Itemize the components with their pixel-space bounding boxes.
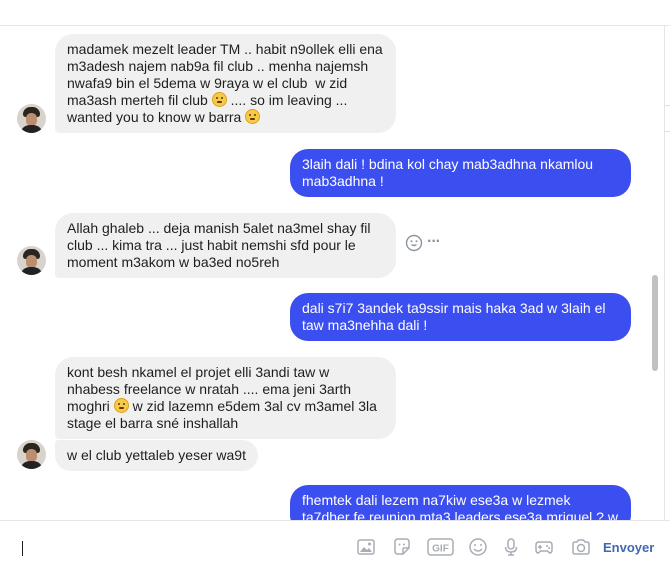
panel-divider-mark (664, 131, 670, 132)
message-thread[interactable]: madamek mezelt leader TM .. habit n9olle… (0, 26, 664, 520)
message-text: w el club yettaleb yeser wa9t (67, 447, 246, 463)
image-icon[interactable] (355, 536, 377, 558)
incoming-message: kont besh nkamel el projet elli 3andi ta… (55, 357, 396, 439)
composer: GIF Envoyer (0, 520, 670, 572)
outgoing-message: dali s7i7 3andek ta9ssir mais haka 3ad w… (290, 293, 631, 341)
send-button[interactable]: Envoyer (603, 540, 654, 555)
scrollbar-thumb[interactable] (652, 275, 658, 371)
sticker-icon[interactable] (391, 536, 413, 558)
grimacing-face-emoji-icon (245, 109, 261, 124)
avatar[interactable] (17, 440, 46, 469)
gif-icon[interactable]: GIF (427, 536, 454, 558)
svg-text:GIF: GIF (432, 544, 449, 555)
panel-divider-mark (664, 105, 670, 106)
frowning-face-emoji-icon (113, 398, 129, 413)
smiley-icon[interactable] (405, 234, 423, 257)
message-text: fhemtek dali lezem na7kiw ese3a w lezmek… (302, 492, 618, 520)
outgoing-message: fhemtek dali lezem na7kiw ese3a w lezmek… (290, 485, 631, 520)
microphone-icon[interactable] (500, 536, 522, 558)
avatar[interactable] (17, 104, 46, 133)
incoming-message: madamek mezelt leader TM .. habit n9olle… (55, 34, 396, 133)
panel-divider (664, 25, 665, 520)
incoming-message: w el club yettaleb yeser wa9t (55, 440, 258, 471)
frowning-face-emoji-icon (211, 92, 227, 107)
conversation-header (0, 0, 670, 26)
gamepad-icon[interactable] (533, 536, 555, 558)
message-text: 3laih dali ! bdina kol chay mab3adhna nk… (302, 156, 597, 189)
avatar[interactable] (17, 246, 46, 275)
outgoing-message: 3laih dali ! bdina kol chay mab3adhna nk… (290, 149, 631, 197)
message-text: dali s7i7 3andek ta9ssir mais haka 3ad w… (302, 300, 610, 333)
incoming-message: Allah ghaleb ... deja manish 5alet na3me… (55, 213, 396, 278)
camera-icon[interactable] (570, 536, 592, 558)
emoji-icon[interactable] (467, 536, 489, 558)
message-input[interactable] (22, 541, 23, 556)
message-text: Allah ghaleb ... deja manish 5alet na3me… (67, 220, 375, 270)
more-icon[interactable]: ··· (427, 233, 441, 251)
